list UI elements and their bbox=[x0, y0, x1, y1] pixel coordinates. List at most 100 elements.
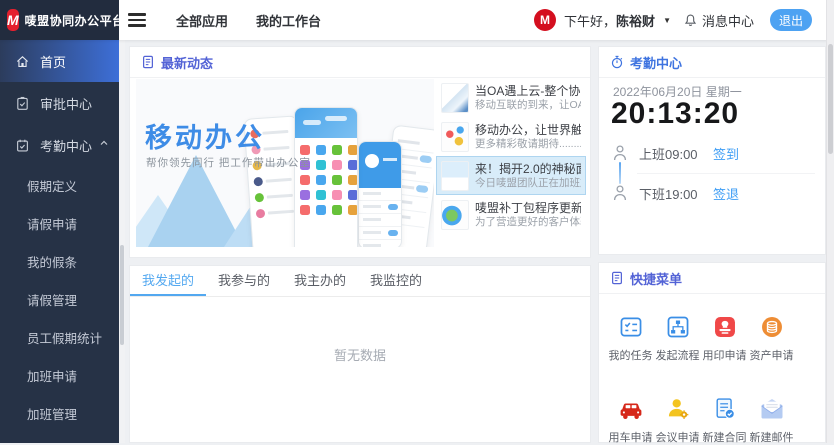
news-list: 当OA遇上云-整个协同OA 移动互联的到来，让OA与云 移动办公，让世界触手可 … bbox=[436, 78, 586, 234]
attendance-timeline bbox=[619, 162, 621, 184]
quick-item-seal-request[interactable]: 用印申请 bbox=[701, 309, 748, 363]
logout-button[interactable]: 退出 bbox=[770, 9, 812, 31]
sidebar-scrollbar[interactable] bbox=[119, 40, 125, 443]
checkin-link[interactable]: 签到 bbox=[713, 144, 739, 163]
page-scrollbar-thumb[interactable] bbox=[828, 44, 833, 154]
quick-item-vehicle-request[interactable]: 用车申请 bbox=[607, 391, 654, 445]
oa-platform-page: M 唛盟协同办公平台 全部应用 我的工作台 M 下午好，陈裕财 ▼ 消息中心 退… bbox=[0, 0, 834, 443]
quick-item-label: 资产申请 bbox=[750, 347, 794, 363]
mail-icon bbox=[759, 396, 785, 422]
sidebar-item-label: 考勤中心 bbox=[40, 136, 92, 155]
user-avatar[interactable]: M bbox=[534, 9, 556, 31]
tasks-tabs: 我发起的 我参与的 我主办的 我监控的 bbox=[130, 266, 590, 297]
quick-menu-title: 快捷菜单 bbox=[630, 269, 682, 288]
sidebar-subitem-my-leave-notes[interactable]: 我的假条 bbox=[0, 242, 119, 280]
checkout-row: 下班19:00 签退 bbox=[613, 183, 739, 203]
quick-menu-panel: 快捷菜单 我的任务 发起流程 用印申请 资产申请 用车申请 bbox=[598, 262, 826, 443]
news-desc: 为了营造更好的客户体验，唛 bbox=[475, 216, 581, 229]
checkin-row: 上班09:00 签到 bbox=[613, 143, 739, 163]
sidebar-subitem-overtime-management[interactable]: 加班管理 bbox=[0, 394, 119, 432]
news-thumbnail bbox=[441, 83, 469, 113]
quick-item-asset-request[interactable]: 资产申请 bbox=[748, 309, 795, 363]
quick-item-new-mail[interactable]: 新建邮件 bbox=[748, 391, 795, 445]
approval-icon bbox=[15, 96, 30, 111]
user-name: 陈裕财 bbox=[616, 14, 655, 29]
header-right: M 下午好，陈裕财 ▼ 消息中心 退出 bbox=[534, 9, 834, 31]
sidebar-item-approval-center[interactable]: 审批中心 bbox=[0, 82, 119, 124]
stopwatch-icon bbox=[610, 55, 624, 69]
latest-news-panel: 最新动态 移动办公 帮你领先同行 把工作带出办公室 bbox=[129, 46, 591, 258]
person-icon bbox=[613, 145, 627, 161]
divider bbox=[637, 173, 815, 174]
sidebar-subitem-employee-holiday-stats[interactable]: 员工假期统计 bbox=[0, 318, 119, 356]
quick-menu-grid: 我的任务 发起流程 用印申请 资产申请 用车申请 会议申请 bbox=[607, 309, 795, 445]
news-title: 当OA遇上云-整个协同OA bbox=[475, 84, 581, 99]
empty-state-text: 暂无数据 bbox=[130, 345, 590, 364]
flow-icon bbox=[665, 314, 691, 340]
attendance-icon bbox=[15, 138, 30, 153]
my-tasks-panel: 我发起的 我参与的 我主办的 我监控的 暂无数据 bbox=[129, 265, 591, 443]
user-greeting[interactable]: 下午好，陈裕财 bbox=[564, 11, 655, 30]
news-desc: 更多精彩敬请期待........ bbox=[475, 138, 581, 151]
news-item-selected[interactable]: 来！揭开2.0的神秘面纱- 今日唛盟团队正在加班加点， bbox=[436, 156, 586, 195]
news-thumbnail bbox=[441, 200, 469, 230]
tab-hosted-by-me[interactable]: 我主办的 bbox=[282, 266, 358, 296]
news-item[interactable]: 移动办公，让世界触手可 更多精彩敬请期待........ bbox=[436, 117, 586, 156]
nav-my-workbench[interactable]: 我的工作台 bbox=[256, 11, 321, 30]
tasks-icon bbox=[618, 314, 644, 340]
contract-icon bbox=[712, 396, 738, 422]
quick-item-start-flow[interactable]: 发起流程 bbox=[654, 309, 701, 363]
attendance-panel-title: 考勤中心 bbox=[630, 53, 682, 72]
news-thumbnail bbox=[441, 122, 469, 152]
chevron-down-icon[interactable]: ▼ bbox=[663, 16, 671, 25]
banner-subtitle: 帮你领先同行 把工作带出办公室 bbox=[146, 155, 311, 170]
quick-item-label: 发起流程 bbox=[656, 347, 700, 363]
news-item[interactable]: 当OA遇上云-整个协同OA 移动互联的到来，让OA与云 bbox=[436, 78, 586, 117]
quick-item-new-contract[interactable]: 新建合同 bbox=[701, 391, 748, 445]
sidebar-item-label: 审批中心 bbox=[40, 94, 92, 113]
bell-icon bbox=[683, 13, 698, 28]
sidebar-subitem-overtime-request[interactable]: 加班申请 bbox=[0, 356, 119, 394]
sidebar-subitem-holiday-definition[interactable]: 假期定义 bbox=[0, 166, 119, 204]
meeting-icon bbox=[665, 396, 691, 422]
page-scrollbar[interactable] bbox=[826, 0, 834, 443]
nav-all-apps[interactable]: 全部应用 bbox=[176, 11, 228, 30]
attendance-clock: 20:13:20 bbox=[611, 97, 739, 131]
news-item[interactable]: 唛盟补丁包程序更新 为了营造更好的客户体验，唛 bbox=[436, 195, 586, 234]
quick-item-label: 用印申请 bbox=[703, 347, 747, 363]
greeting-text: 下午好， bbox=[564, 14, 616, 29]
news-desc: 今日唛盟团队正在加班加点， bbox=[475, 177, 581, 190]
tab-monitored-by-me[interactable]: 我监控的 bbox=[358, 266, 434, 296]
chevron-up-icon bbox=[99, 138, 109, 148]
sidebar-item-attendance-center[interactable]: 考勤中心 bbox=[0, 124, 119, 166]
home-icon bbox=[15, 54, 30, 69]
phone-mockup-app-grid bbox=[294, 107, 358, 247]
news-desc: 移动互联的到来，让OA与云 bbox=[475, 99, 581, 112]
checkout-link[interactable]: 签退 bbox=[713, 184, 739, 203]
attendance-panel: 考勤中心 2022年06月20日 星期一 20:13:20 上班09:00 签到… bbox=[598, 46, 826, 255]
brand-logo: M bbox=[7, 9, 19, 31]
phone-mockup-profile bbox=[358, 141, 402, 247]
app-logo-area: M 唛盟协同办公平台 bbox=[0, 0, 119, 40]
sidebar-subitem-leave-request[interactable]: 请假申请 bbox=[0, 204, 119, 242]
sidebar-subitem-leave-management[interactable]: 请假管理 bbox=[0, 280, 119, 318]
quick-item-meeting-request[interactable]: 会议申请 bbox=[654, 391, 701, 445]
asset-icon bbox=[759, 314, 785, 340]
mobile-office-banner[interactable]: 移动办公 帮你领先同行 把工作带出办公室 bbox=[136, 79, 434, 247]
news-title: 移动办公，让世界触手可 bbox=[475, 123, 581, 138]
person-icon bbox=[613, 185, 627, 201]
sidebar-item-home[interactable]: 首页 bbox=[0, 40, 119, 82]
message-center[interactable]: 消息中心 bbox=[683, 11, 754, 30]
attendance-panel-header: 考勤中心 bbox=[599, 47, 825, 78]
sidebar: 首页 审批中心 考勤中心 假期定义 请假申请 我的假条 请假管理 员工假期统计 … bbox=[0, 40, 119, 443]
document-icon bbox=[610, 271, 624, 285]
quick-item-my-tasks[interactable]: 我的任务 bbox=[607, 309, 654, 363]
tab-participated-by-me[interactable]: 我参与的 bbox=[206, 266, 282, 296]
news-thumbnail bbox=[441, 161, 469, 191]
tab-initiated-by-me[interactable]: 我发起的 bbox=[130, 266, 206, 296]
top-header: M 唛盟协同办公平台 全部应用 我的工作台 M 下午好，陈裕财 ▼ 消息中心 退… bbox=[0, 0, 834, 40]
news-panel-header: 最新动态 bbox=[130, 47, 590, 78]
news-title: 唛盟补丁包程序更新 bbox=[475, 201, 581, 216]
menu-toggle-icon[interactable] bbox=[128, 13, 146, 27]
sidebar-scrollbar-thumb[interactable] bbox=[120, 245, 124, 345]
